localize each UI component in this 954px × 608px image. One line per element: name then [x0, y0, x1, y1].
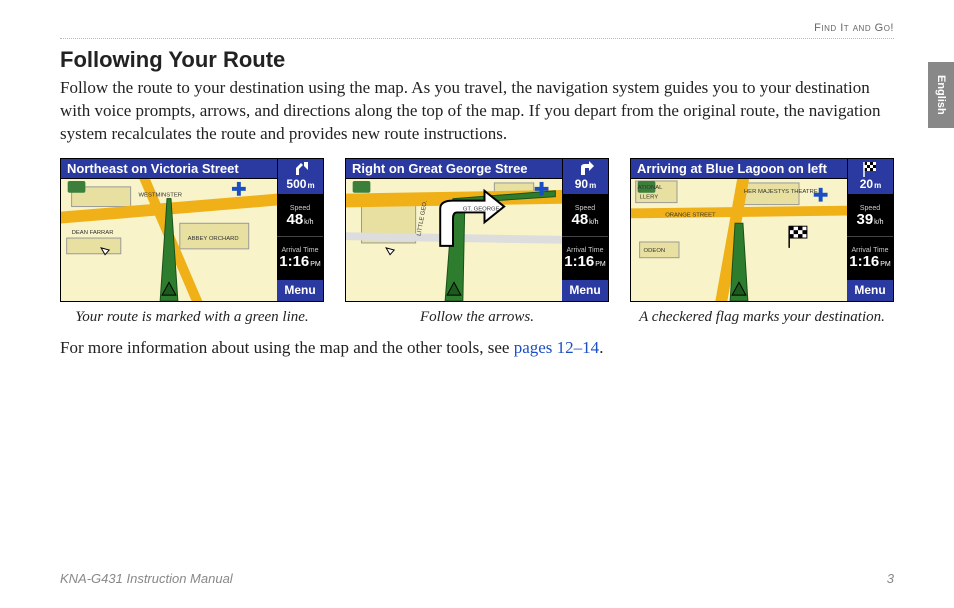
direction-banner: Right on Great George Stree	[346, 159, 562, 179]
menu-button[interactable]: Menu	[847, 279, 893, 301]
turn-distance: 500	[286, 178, 306, 190]
map-label: WESTMINSTER	[139, 193, 183, 199]
turn-distance-unit: m	[307, 182, 314, 190]
map-label: GT. GEORGE	[463, 206, 500, 212]
page-number: 3	[887, 571, 894, 586]
speed-cell: Speed 48k/h	[562, 195, 608, 237]
info-column: Speed 39k/h Arrival Time 1:16PM Menu	[847, 195, 893, 301]
turn-distance: 90	[575, 178, 588, 190]
arrival-value: 1:16	[279, 254, 309, 269]
arrival-value: 1:16	[849, 254, 879, 269]
turn-indicator: 500m	[277, 159, 323, 195]
page-footer: KNA-G431 Instruction Manual 3	[60, 571, 894, 586]
section-title: Following Your Route	[60, 47, 894, 73]
turn-indicator: 20m	[847, 159, 893, 195]
map-label: LLERY	[640, 194, 659, 200]
figure-row: Northeast on Victoria Street 500m Speed …	[60, 158, 894, 327]
arrival-unit: PM	[880, 261, 891, 268]
arrival-cell: Arrival Time 1:16PM	[847, 236, 893, 279]
speed-value: 48	[571, 212, 588, 227]
direction-banner: Northeast on Victoria Street	[61, 159, 277, 179]
map-label: ATIONAL	[638, 185, 663, 191]
map-label: HER MAJESTYS THEATRE	[744, 189, 818, 195]
speed-cell: Speed 48k/h	[277, 195, 323, 237]
arrival-value: 1:16	[564, 254, 594, 269]
gps-screen: Right on Great George Stree 90m Speed 48…	[345, 158, 609, 302]
arrival-unit: PM	[595, 261, 606, 268]
figure-1: Northeast on Victoria Street 500m Speed …	[60, 158, 324, 327]
speed-unit: k/h	[304, 219, 313, 226]
speed-value: 48	[286, 212, 303, 227]
map-label: ODEON	[644, 248, 666, 254]
turn-distance-unit: m	[589, 182, 596, 190]
speed-unit: k/h	[874, 219, 883, 226]
map-view[interactable]: GT. GEORGE LITTLE GEO.	[346, 179, 562, 301]
map-view[interactable]: WESTMINSTER DEAN FARRAR ABBEY ORCHARD	[61, 179, 277, 301]
info-column: Speed 48k/h Arrival Time 1:16PM Menu	[277, 195, 323, 301]
figure-caption: Follow the arrows.	[345, 308, 609, 327]
menu-button[interactable]: Menu	[277, 279, 323, 301]
arrival-cell: Arrival Time 1:16PM	[277, 236, 323, 279]
turn-arrow-icon	[292, 161, 310, 177]
map-label: DEAN FARRAR	[72, 230, 114, 236]
more-info-paragraph: For more information about using the map…	[60, 337, 894, 360]
page-reference-link[interactable]: pages 12–14	[514, 338, 599, 357]
figure-caption: Your route is marked with a green line.	[60, 308, 324, 327]
map-label: ABBEY ORCHARD	[188, 236, 239, 242]
speed-value: 39	[856, 212, 873, 227]
language-tab[interactable]: English	[928, 62, 954, 128]
arrival-unit: PM	[310, 261, 321, 268]
map-view[interactable]: ATIONAL LLERY HER MAJESTYS THEATRE ORANG…	[631, 179, 847, 301]
turn-distance-unit: m	[874, 182, 881, 190]
gps-screen: Arriving at Blue Lagoon on left 20m	[630, 158, 894, 302]
menu-button[interactable]: Menu	[562, 279, 608, 301]
turn-distance: 20	[860, 178, 873, 190]
manual-title: KNA-G431 Instruction Manual	[60, 571, 233, 586]
header-section-label: Find It and Go!	[60, 22, 894, 34]
turn-arrow-icon	[577, 161, 595, 177]
more-info-prefix: For more information about using the map…	[60, 338, 514, 357]
intro-paragraph: Follow the route to your destination usi…	[60, 77, 894, 146]
figure-caption: A checkered flag marks your destination.	[630, 308, 894, 327]
map-label: ORANGE STREET	[665, 212, 716, 218]
gps-screen: Northeast on Victoria Street 500m Speed …	[60, 158, 324, 302]
info-column: Speed 48k/h Arrival Time 1:16PM Menu	[562, 195, 608, 301]
speed-unit: k/h	[589, 219, 598, 226]
direction-banner: Arriving at Blue Lagoon on left	[631, 159, 847, 179]
checkered-flag-icon	[862, 161, 880, 177]
arrival-cell: Arrival Time 1:16PM	[562, 236, 608, 279]
figure-2: Right on Great George Stree 90m Speed 48…	[345, 158, 609, 327]
figure-3: Arriving at Blue Lagoon on left 20m	[630, 158, 894, 327]
more-info-suffix: .	[599, 338, 603, 357]
horizontal-rule	[60, 38, 894, 39]
speed-cell: Speed 39k/h	[847, 195, 893, 237]
turn-indicator: 90m	[562, 159, 608, 195]
